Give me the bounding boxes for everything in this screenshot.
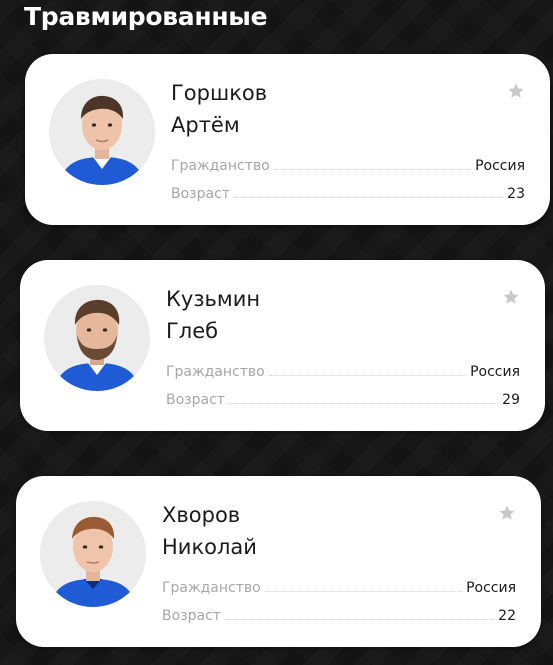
citizenship-row: Гражданство Россия <box>171 152 525 174</box>
citizenship-label: Гражданство <box>171 158 270 174</box>
star-icon[interactable] <box>502 288 520 306</box>
player-name: Горшков Артём <box>171 77 267 141</box>
player-first-name: Глеб <box>166 319 219 343</box>
star-icon[interactable] <box>507 82 525 100</box>
dotted-leader <box>228 403 499 404</box>
player-card[interactable]: Горшков Артём Гражданство Россия Возраст… <box>25 54 550 225</box>
age-label: Возраст <box>166 392 225 408</box>
age-label: Возраст <box>171 186 230 202</box>
age-row: Возраст 29 <box>166 386 520 408</box>
player-card[interactable]: Кузьмин Глеб Гражданство Россия Возраст … <box>20 260 545 431</box>
age-value: 29 <box>502 392 520 408</box>
player-card[interactable]: Хворов Николай Гражданство Россия Возрас… <box>16 476 541 647</box>
player-avatar <box>40 501 146 607</box>
citizenship-row: Гражданство Россия <box>166 358 520 380</box>
dotted-leader <box>273 169 472 170</box>
player-name: Кузьмин Глеб <box>166 283 260 347</box>
dotted-leader <box>264 591 463 592</box>
citizenship-label: Гражданство <box>162 580 261 596</box>
player-surname: Хворов <box>162 503 241 527</box>
player-avatar <box>44 285 150 391</box>
dotted-leader <box>268 375 467 376</box>
age-row: Возраст 23 <box>171 180 525 202</box>
citizenship-value: Россия <box>466 580 516 596</box>
dotted-leader <box>224 619 495 620</box>
player-avatar <box>49 79 155 185</box>
age-label: Возраст <box>162 608 221 624</box>
age-value: 23 <box>507 186 525 202</box>
citizenship-value: Россия <box>470 364 520 380</box>
player-first-name: Артём <box>171 113 240 137</box>
citizenship-value: Россия <box>475 158 525 174</box>
player-name: Хворов Николай <box>162 499 257 563</box>
age-row: Возраст 22 <box>162 602 516 624</box>
player-first-name: Николай <box>162 535 257 559</box>
star-icon[interactable] <box>498 504 516 522</box>
section-title: Травмированные <box>24 2 268 31</box>
dotted-leader <box>233 197 504 198</box>
citizenship-row: Гражданство Россия <box>162 574 516 596</box>
player-surname: Кузьмин <box>166 287 261 311</box>
age-value: 22 <box>498 608 516 624</box>
citizenship-label: Гражданство <box>166 364 265 380</box>
player-surname: Горшков <box>171 81 268 105</box>
